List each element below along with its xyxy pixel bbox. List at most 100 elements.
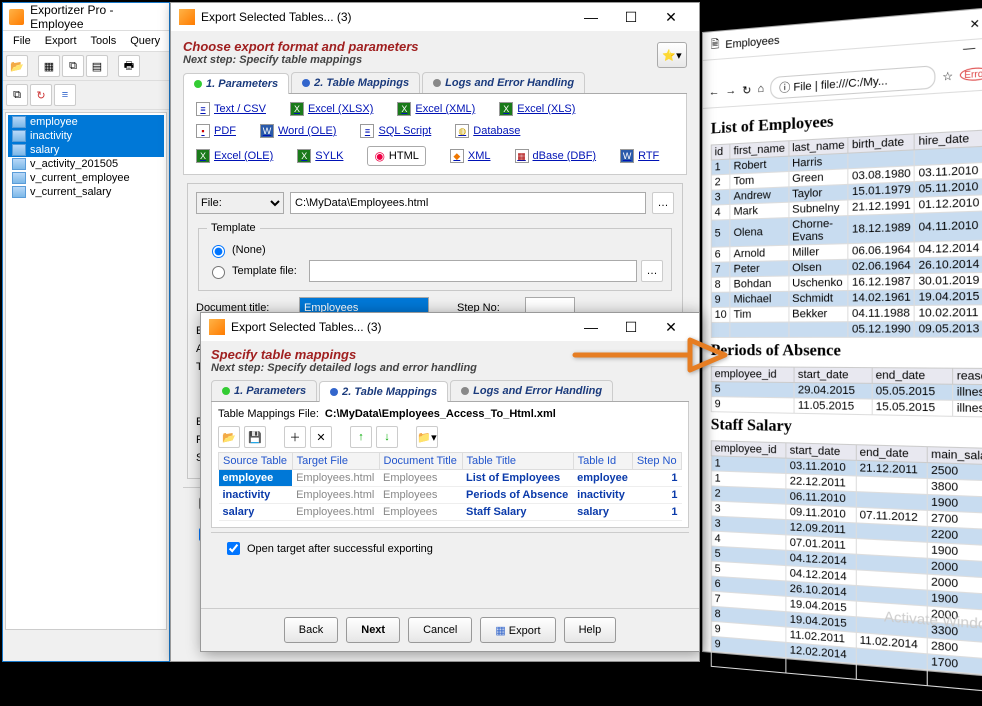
dialog-icon [209,319,225,335]
main-title: Exportizer Pro - Employee [30,3,163,31]
fmt-csv[interactable]: ≡Text / CSV [196,102,266,116]
abs-heading: Periods of Absence [711,342,982,362]
open-map-icon[interactable]: 📂 [218,426,240,448]
fmt-dbf[interactable]: ▦dBase (DBF) [515,146,597,166]
export-button[interactable]: ▦ Export [480,617,555,643]
fmt-pdf[interactable]: ▪PDF [196,124,236,138]
tab-logs[interactable]: Logs and Error Handling [422,72,585,93]
tab-mappings[interactable]: 2. Table Mappings [319,381,448,402]
table-row[interactable]: inactivityEmployees.htmlEmployeesPeriods… [219,487,682,504]
dialog-icon [179,9,195,25]
template-browse-button[interactable]: … [641,260,663,282]
browse-button[interactable]: … [652,192,674,214]
tree-item-employee[interactable]: employee [8,115,164,129]
folder-icon[interactable]: 📁▾ [416,426,438,448]
address-input[interactable]: ⓘ File | file:///C:/My... [770,65,936,99]
menu-tools[interactable]: Tools [85,33,123,49]
move-up-icon[interactable]: ↑ [350,426,372,448]
mappings-table: Source Table Target File Document Title … [218,452,682,521]
delete-row-icon[interactable]: ✕ [310,426,332,448]
col-source[interactable]: Source Table [219,453,293,470]
dlg1-tabs: 1. Parameters 2. Table Mappings Logs and… [183,72,687,94]
next-button[interactable]: Next [346,617,400,643]
nav-home-icon[interactable]: ⌂ [757,83,764,96]
template-group: Template (None) Template file: … [198,222,672,291]
tab-parameters[interactable]: 1. Parameters [211,380,317,401]
main-toolbar: 📂 ▦ ⧉ ▤ 🖶 [3,52,169,81]
print-icon[interactable]: 🖶 [118,55,140,77]
dlg2-buttons: Back Next Cancel ▦ Export Help [201,608,699,651]
browser-window: 🗎Employees ✕＋ — ☐ ✕ ← → ↻ ⌂ ⓘ File | fil… [702,5,982,679]
fmt-xlsx[interactable]: XExcel (XLSX) [290,102,373,116]
fmt-word[interactable]: WWord (OLE) [260,124,336,138]
map-file-label: Table Mappings File: [218,408,319,420]
copy2-icon[interactable]: ⧉ [6,84,28,106]
dlg1-title: Export Selected Tables... (3) [201,10,571,24]
star-icon[interactable]: ☆ [942,69,953,84]
template-file-radio[interactable] [212,266,225,279]
tree-item-inactivity[interactable]: inactivity [8,129,164,143]
favorites-button[interactable]: ⭐▾ [657,42,687,68]
tab-parameters[interactable]: 1. Parameters [183,73,289,94]
nav-back-icon[interactable]: ← [709,86,720,99]
fmt-html[interactable]: ◉HTML [367,146,425,166]
col-step[interactable]: Step No [632,453,681,470]
absence-table: employee_idstart_dateend_datereason529.0… [711,366,982,418]
maximize-button[interactable]: ☐ [611,5,651,29]
col-doctitle[interactable]: Document Title [379,453,462,470]
close-button[interactable]: ✕ [651,5,691,29]
table-icon[interactable]: ▤ [86,55,108,77]
nav-reload-icon[interactable]: ↻ [742,83,751,97]
file-path-input[interactable] [290,192,646,214]
main-window: Exportizer Pro - Employee File Export To… [2,2,170,662]
main-toolbar2: ⧉ ↻ ≡ [3,81,169,110]
dlg2-tabs: 1. Parameters 2. Table Mappings Logs and… [211,380,689,402]
tab-logs[interactable]: Logs and Error Handling [450,380,613,401]
refresh-icon[interactable]: ↻ [30,84,52,106]
minimize-button[interactable]: — [571,5,611,29]
app-icon [9,9,24,25]
menu-file[interactable]: File [7,33,37,49]
open-icon[interactable]: 📂 [6,55,28,77]
sal-heading: Staff Salary [711,416,982,442]
tree-item[interactable]: v_current_salary [8,185,164,199]
dlg1-heading: Choose export format and parameters [183,39,687,54]
menu-query[interactable]: Query [124,33,166,49]
table-row[interactable]: salaryEmployees.htmlEmployeesStaff Salar… [219,504,682,521]
copy-icon[interactable]: ⧉ [62,55,84,77]
save-map-icon[interactable]: 💾 [244,426,266,448]
table-tree: employee inactivity salary v_activity_20… [5,112,167,630]
filter-icon[interactable]: ▦ [38,55,60,77]
arrow-annotation [570,330,730,383]
help-button[interactable]: Help [564,617,617,643]
add-row-icon[interactable]: ＋ [284,426,306,448]
error-badge[interactable]: Error [960,67,982,82]
col-tblid[interactable]: Table Id [573,453,632,470]
fmt-excelole[interactable]: XExcel (OLE) [196,146,273,166]
tree-item[interactable]: v_activity_201505 [8,157,164,171]
fmt-db[interactable]: ◍Database [455,124,520,138]
back-button[interactable]: Back [284,617,338,643]
nav-fwd-icon[interactable]: → [725,85,736,98]
salary-table: employee_idstart_dateend_datemain_salary… [711,440,982,693]
menu-export[interactable]: Export [39,33,83,49]
tree-item-salary[interactable]: salary [8,143,164,157]
fmt-xlsxml[interactable]: XExcel (XML) [397,102,475,116]
tab-mappings[interactable]: 2. Table Mappings [291,72,420,93]
col-tbltitle[interactable]: Table Title [462,453,573,470]
template-none-radio[interactable] [212,245,225,258]
table-row[interactable]: employeeEmployees.htmlEmployeesList of E… [219,470,682,487]
fmt-sql[interactable]: ≡SQL Script [360,124,431,138]
file-target-select[interactable]: File: [196,192,284,214]
move-down-icon[interactable]: ↓ [376,426,398,448]
cancel-button[interactable]: Cancel [408,617,472,643]
tree-item[interactable]: v_current_employee [8,171,164,185]
fmt-xls[interactable]: XExcel (XLS) [499,102,575,116]
fmt-rtf[interactable]: WRTF [620,146,659,166]
open-target-checkbox[interactable] [227,542,240,555]
browser-min-icon[interactable]: — [963,42,975,57]
fmt-xml[interactable]: ◆XML [450,146,491,166]
list-icon[interactable]: ≡ [54,84,76,106]
col-target[interactable]: Target File [292,453,379,470]
fmt-sylk[interactable]: XSYLK [297,146,343,166]
